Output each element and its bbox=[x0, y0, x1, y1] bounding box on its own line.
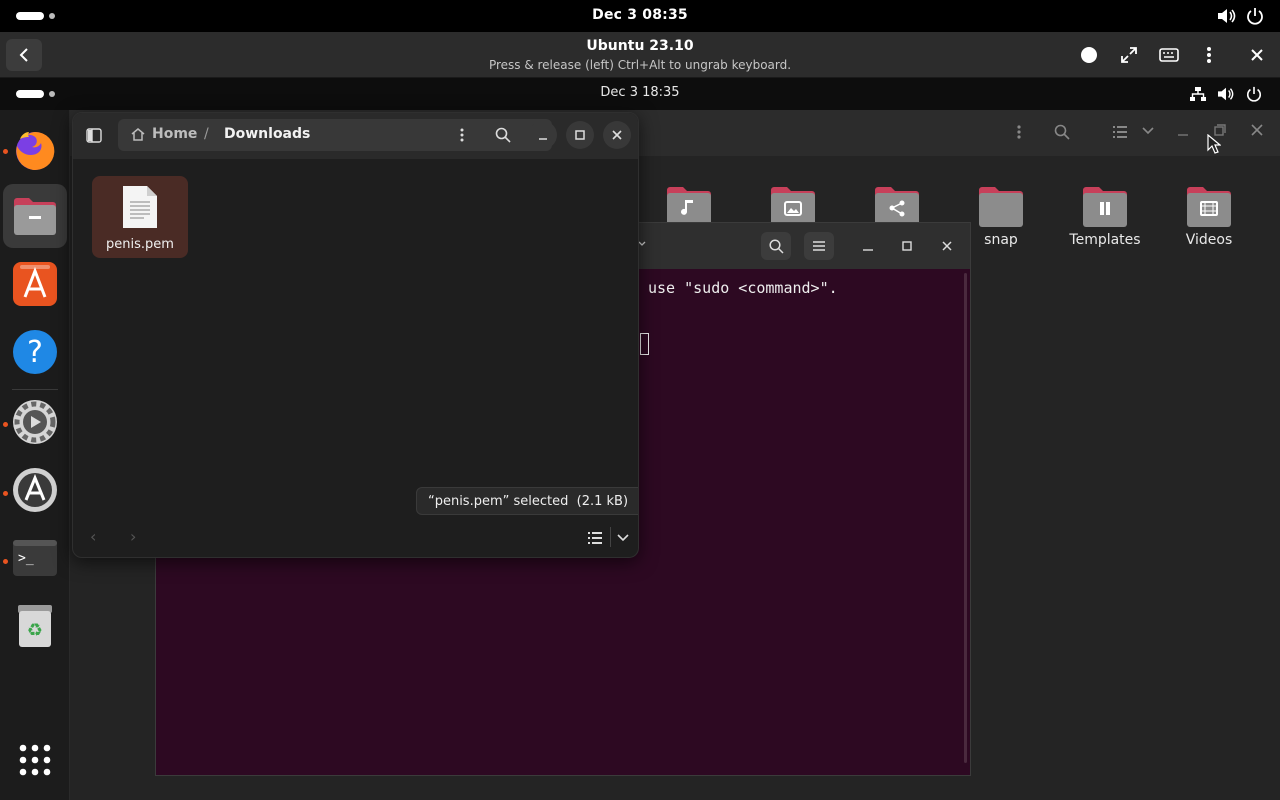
videos-folder[interactable]: Videos bbox=[1159, 184, 1259, 248]
chevron-down-icon[interactable] bbox=[1142, 127, 1154, 135]
help-icon: ? bbox=[12, 329, 58, 375]
terminal-search-button[interactable] bbox=[761, 232, 791, 260]
mouse-pointer-icon bbox=[1207, 134, 1221, 154]
breadcrumb-home[interactable]: Home bbox=[152, 126, 197, 142]
minimize-icon bbox=[538, 130, 548, 140]
close-icon bbox=[1251, 49, 1263, 61]
terminal-scrollbar[interactable] bbox=[964, 273, 967, 763]
maximize-icon bbox=[901, 240, 913, 252]
keyboard-button[interactable] bbox=[1153, 39, 1185, 71]
divider bbox=[610, 527, 611, 547]
host-tray[interactable] bbox=[1216, 7, 1264, 25]
expand-icon bbox=[1120, 46, 1138, 64]
tab-dropdown-icon[interactable] bbox=[638, 241, 646, 247]
terminal-menu-button[interactable] bbox=[804, 232, 834, 260]
terminal-icon: >_ bbox=[12, 538, 58, 578]
software-updater-icon bbox=[11, 466, 59, 514]
host-clock[interactable]: Dec 3 08:35 bbox=[0, 7, 1280, 23]
forward-nav-icon[interactable]: › bbox=[130, 527, 136, 546]
files-close-button[interactable] bbox=[603, 121, 631, 149]
dock-app-center[interactable] bbox=[3, 252, 67, 316]
guest-desktop: Dec 3 18:35 ? >_ ♻ snap Templates Videos… bbox=[0, 78, 1280, 800]
close-icon bbox=[941, 240, 953, 252]
search-icon[interactable] bbox=[1054, 124, 1070, 140]
back-nav-icon[interactable]: ‹ bbox=[90, 527, 96, 546]
files-icon bbox=[12, 195, 58, 237]
guest-clock[interactable]: Dec 3 18:35 bbox=[0, 85, 1280, 100]
breadcrumb-menu-icon[interactable] bbox=[460, 128, 464, 142]
files-window-downloads: Home / Downloads penis.pem “penis.pem” s… bbox=[72, 112, 639, 558]
svg-text:♻: ♻ bbox=[27, 620, 43, 641]
close-icon[interactable] bbox=[1251, 124, 1263, 136]
network-icon[interactable] bbox=[1189, 86, 1207, 102]
minimize-icon bbox=[862, 240, 874, 252]
trash-icon: ♻ bbox=[15, 603, 55, 649]
guest-top-bar: Dec 3 18:35 bbox=[0, 78, 1280, 110]
maximize-icon bbox=[575, 130, 585, 140]
minimize-icon[interactable] bbox=[1177, 125, 1189, 137]
breadcrumb-downloads[interactable]: Downloads bbox=[224, 126, 310, 142]
files-header: Home / Downloads bbox=[73, 113, 638, 159]
close-vm-button[interactable] bbox=[1241, 39, 1273, 71]
svg-text:>_: >_ bbox=[18, 551, 34, 566]
guest-power-icon[interactable] bbox=[1246, 86, 1262, 102]
file-item-selected[interactable]: penis.pem bbox=[92, 176, 188, 258]
file-name: penis.pem bbox=[106, 237, 174, 252]
list-view-icon[interactable] bbox=[1113, 125, 1127, 139]
search-icon bbox=[768, 238, 784, 254]
templates-folder[interactable]: Templates bbox=[1055, 184, 1155, 248]
list-view-icon[interactable] bbox=[588, 531, 602, 545]
svg-text:?: ? bbox=[27, 335, 43, 370]
folder-label: Videos bbox=[1185, 232, 1233, 248]
files-minimize-button[interactable] bbox=[529, 121, 557, 149]
fullscreen-button[interactable] bbox=[1113, 39, 1145, 71]
chevron-down-icon[interactable] bbox=[617, 534, 629, 542]
volume-icon bbox=[1216, 7, 1238, 25]
terminal-close-button[interactable] bbox=[932, 232, 962, 260]
dock-terminal[interactable]: >_ bbox=[3, 526, 67, 590]
dock-software-updater[interactable] bbox=[3, 458, 67, 522]
kebab-icon bbox=[1206, 46, 1212, 64]
dock-files[interactable] bbox=[3, 184, 67, 248]
hamburger-icon bbox=[812, 240, 826, 252]
dock-show-apps[interactable] bbox=[3, 728, 67, 792]
dock-settings[interactable] bbox=[3, 390, 67, 454]
terminal-maximize-button[interactable] bbox=[892, 232, 922, 260]
dock-help[interactable]: ? bbox=[3, 320, 67, 384]
search-icon bbox=[495, 127, 511, 143]
home-icon bbox=[130, 127, 146, 142]
app-grid-icon bbox=[19, 744, 51, 776]
terminal-minimize-button[interactable] bbox=[853, 232, 883, 260]
host-top-bar: Dec 3 08:35 bbox=[0, 0, 1280, 32]
sidebar-toggle-icon[interactable] bbox=[86, 128, 102, 143]
files-search-button[interactable] bbox=[489, 121, 517, 149]
text-file-icon bbox=[121, 184, 159, 230]
app-center-icon bbox=[12, 261, 58, 307]
firefox-icon bbox=[12, 127, 58, 173]
breadcrumb: Home / Downloads bbox=[118, 119, 552, 151]
record-button[interactable] bbox=[1073, 39, 1105, 71]
record-icon bbox=[1080, 46, 1098, 64]
dock-trash[interactable]: ♻ bbox=[3, 594, 67, 658]
dock: ? >_ ♻ bbox=[0, 110, 70, 800]
menu-button[interactable] bbox=[1193, 39, 1225, 71]
vm-window-header: Ubuntu 23.10 Press & release (left) Ctrl… bbox=[0, 32, 1280, 78]
kebab-icon[interactable] bbox=[1016, 124, 1022, 140]
dock-firefox[interactable] bbox=[3, 118, 67, 182]
terminal-output-line: use "sudo <command>". bbox=[648, 279, 838, 297]
files-maximize-button[interactable] bbox=[566, 121, 594, 149]
terminal-cursor bbox=[640, 333, 649, 355]
settings-gear-icon bbox=[11, 398, 59, 446]
breadcrumb-separator: / bbox=[204, 126, 209, 142]
close-icon bbox=[612, 130, 622, 140]
selection-status: “penis.pem” selected (2.1 kB) bbox=[416, 487, 638, 515]
power-icon bbox=[1246, 7, 1264, 25]
guest-volume-icon[interactable] bbox=[1216, 86, 1236, 102]
keyboard-icon bbox=[1159, 48, 1179, 62]
folder-label: Templates bbox=[1069, 232, 1141, 248]
